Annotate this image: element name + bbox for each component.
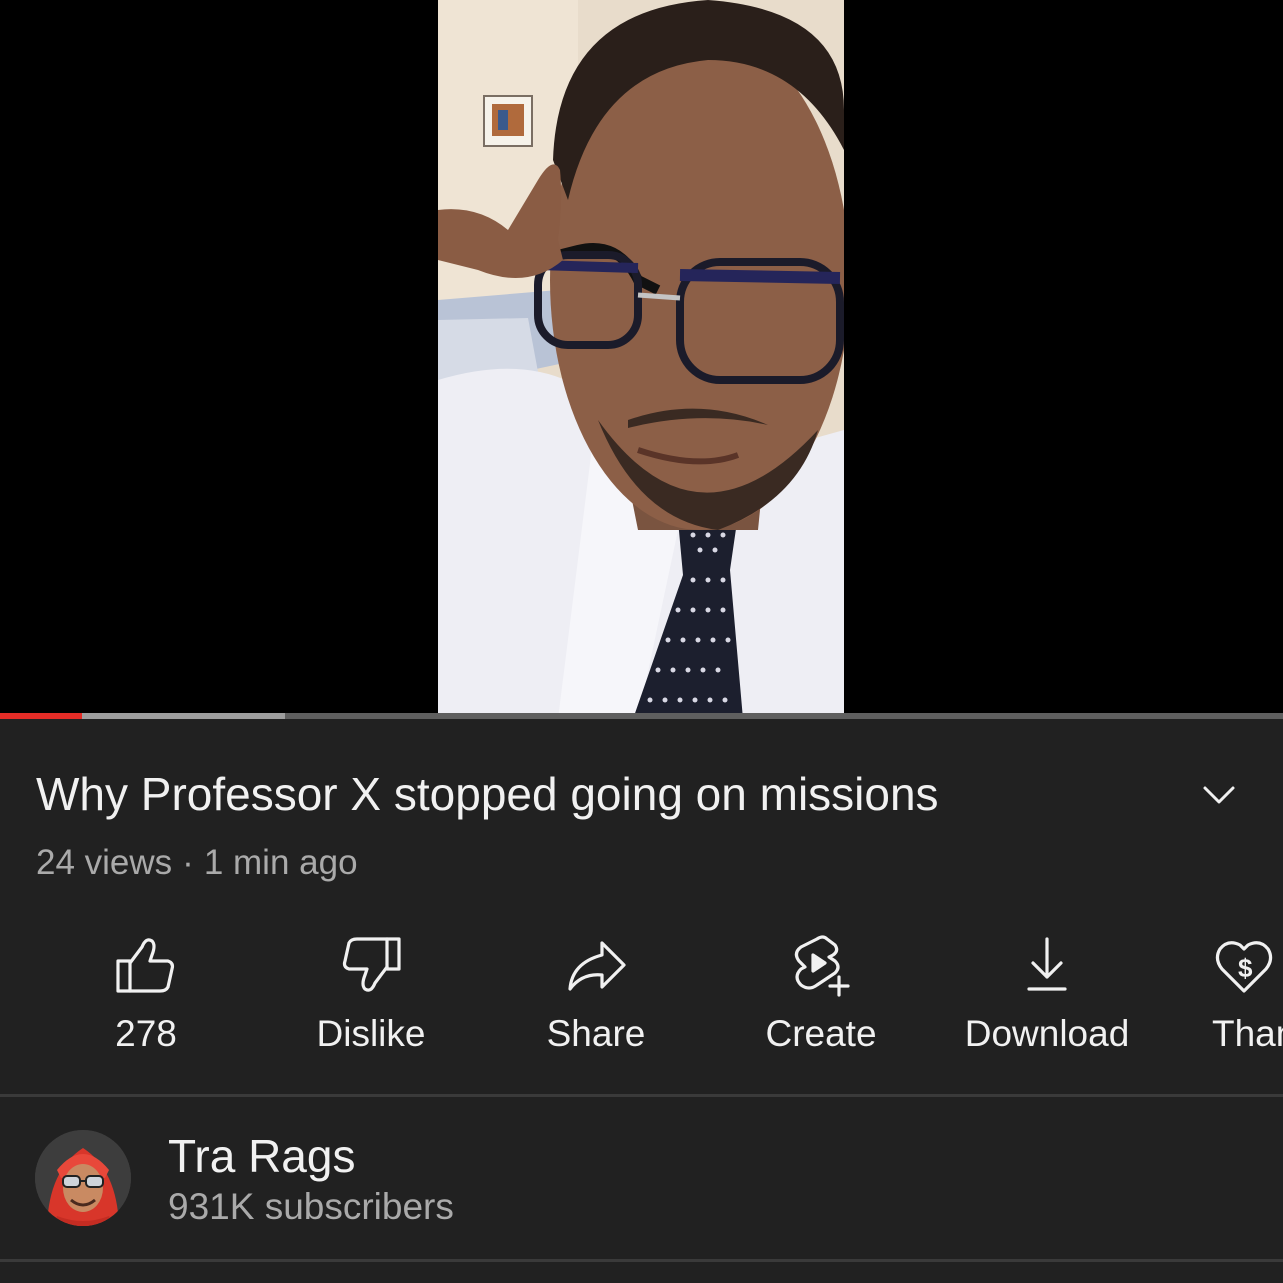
thumbs-up-icon (114, 933, 178, 997)
dislike-label: Dislike (316, 1013, 426, 1054)
channel-avatar[interactable] (35, 1130, 131, 1226)
video-player[interactable] (0, 0, 1283, 719)
upload-age: 1 min ago (203, 843, 358, 882)
thanks-button[interactable]: $ Thanks (1172, 925, 1283, 1075)
create-remix-icon (789, 933, 853, 997)
video-meta[interactable]: 24 views · 1 min ago (36, 842, 358, 884)
progress-played (0, 713, 83, 719)
section-divider (0, 1259, 1283, 1262)
thanks-label: Thanks (1212, 1013, 1283, 1054)
video-frame[interactable] (438, 0, 844, 719)
create-label: Create (765, 1013, 877, 1054)
share-arrow-icon (564, 933, 628, 997)
video-thumbnail-image (438, 0, 844, 719)
subscriber-count: 931K subscribers (168, 1186, 454, 1227)
download-label: Download (964, 1013, 1130, 1054)
create-button[interactable]: Create (721, 925, 921, 1075)
section-divider (0, 1094, 1283, 1097)
meta-separator: · (182, 843, 194, 882)
video-progress-bar[interactable] (0, 713, 1283, 719)
like-count: 278 (115, 1013, 177, 1054)
avatar-image (35, 1130, 131, 1226)
thanks-heart-icon: $ (1212, 933, 1276, 997)
channel-name[interactable]: Tra Rags (168, 1130, 355, 1182)
chevron-down-icon (1203, 786, 1235, 804)
download-icon (1015, 933, 1079, 997)
share-label: Share (546, 1013, 646, 1054)
thumbs-down-icon (339, 933, 403, 997)
dislike-button[interactable]: Dislike (271, 925, 471, 1075)
svg-text:$: $ (1238, 953, 1253, 983)
youtube-watch-page: Why Professor X stopped going on mission… (0, 0, 1283, 1283)
like-button[interactable]: 278 (46, 925, 246, 1075)
view-count: 24 views (36, 843, 173, 882)
share-button[interactable]: Share (496, 925, 696, 1075)
action-bar: 278 Dislike Share Create Download $ Tha (0, 925, 1283, 1075)
download-button[interactable]: Download (947, 925, 1147, 1075)
video-title[interactable]: Why Professor X stopped going on mission… (36, 766, 1176, 822)
channel-row[interactable]: Tra Rags 931K subscribers (0, 1100, 1283, 1258)
expand-description-button[interactable] (1194, 770, 1244, 820)
